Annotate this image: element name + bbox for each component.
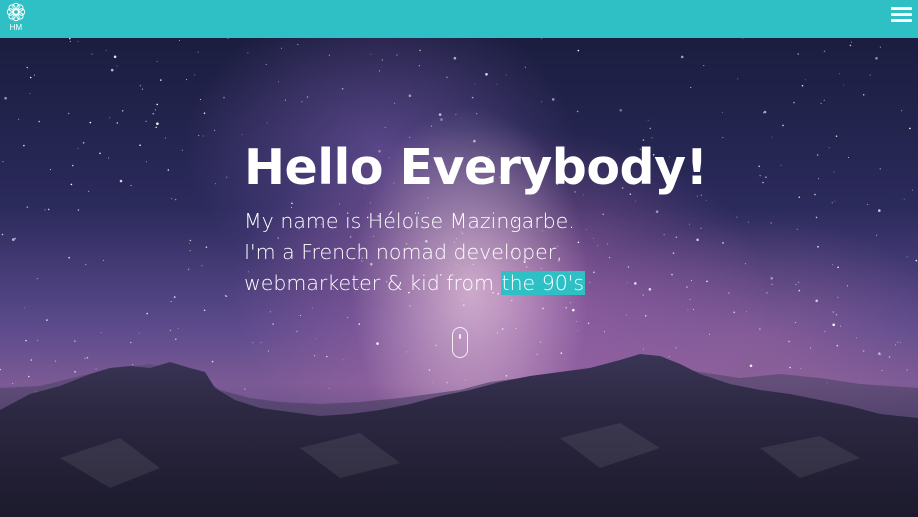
intro-line-1: My name is Héloïse Mazingarbe. (244, 209, 575, 233)
menu-bar-bottom (891, 19, 912, 22)
hero-intro: My name is Héloïse Mazingarbe. I'm a Fre… (244, 206, 704, 299)
logo-text: HM (9, 23, 23, 32)
menu-bar-middle (891, 13, 912, 16)
top-navbar: HM (0, 0, 918, 38)
mouse-scroll-icon[interactable] (452, 327, 468, 358)
intro-line-3: webmarketer & kid from (244, 271, 501, 295)
hamburger-menu-icon[interactable] (891, 7, 912, 22)
headline-text: Hello Everybody! (244, 139, 708, 196)
hero-section: Hello Everybody! My name is Héloïse Mazi… (0, 38, 918, 517)
hero-headline: Hello Everybody! (244, 136, 708, 200)
scroll-wheel (459, 334, 461, 339)
intro-highlight: the 90's (500, 271, 586, 295)
intro-line-2: I'm a French nomad developer, (244, 240, 563, 264)
mandala-logo-icon (6, 2, 26, 22)
hero-text-block: Hello Everybody! My name is Héloïse Mazi… (244, 136, 708, 299)
menu-bar-top (891, 7, 912, 10)
site-logo[interactable]: HM (4, 1, 28, 35)
